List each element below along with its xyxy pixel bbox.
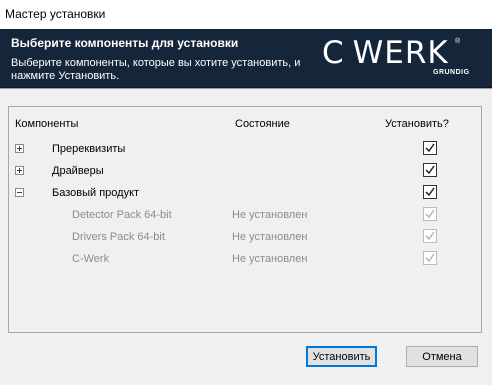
component-name: Detector Pack 64-bit <box>72 209 172 221</box>
window-title: Мастер установки <box>5 7 106 21</box>
expand-icon[interactable] <box>15 166 24 175</box>
title-bar: Мастер установки <box>0 0 492 29</box>
install-checkbox[interactable] <box>423 185 437 199</box>
component-name: Drivers Pack 64-bit <box>72 231 165 243</box>
logo-brand: GRUNDIG <box>433 69 470 76</box>
banner-heading: Выберите компоненты для установки <box>11 36 239 50</box>
component-row-drivers[interactable]: Драйверы <box>9 163 481 181</box>
column-header-status: Состояние <box>235 118 290 130</box>
install-checkbox[interactable] <box>423 163 437 177</box>
cwerk-logo: C WERK ® GRUNDIG <box>322 35 486 81</box>
checkmark-icon <box>425 143 435 153</box>
banner-subtext: Выберите компоненты, которые вы хотите у… <box>11 57 301 82</box>
component-row-prerequisites[interactable]: Пререквизиты <box>9 141 481 159</box>
component-name: C-Werk <box>72 253 110 265</box>
install-checkbox <box>423 229 437 243</box>
column-header-components: Компоненты <box>15 118 79 130</box>
checkmark-icon <box>425 165 435 175</box>
component-name: Базовый продукт <box>52 187 140 199</box>
install-checkbox <box>423 207 437 221</box>
component-row-c-werk[interactable]: C-Werk Не установлен <box>9 251 481 269</box>
component-status: Не установлен <box>232 231 308 243</box>
install-checkbox <box>423 251 437 265</box>
checkmark-icon <box>425 187 435 197</box>
expand-icon[interactable] <box>15 144 24 153</box>
component-row-base-product[interactable]: Базовый продукт <box>9 185 481 203</box>
column-header-install: Установить? <box>385 118 449 130</box>
component-name: Пререквизиты <box>52 143 126 155</box>
checkmark-icon <box>425 209 435 219</box>
header-banner: Выберите компоненты для установки Выбери… <box>0 29 492 88</box>
component-name: Драйверы <box>52 165 104 177</box>
install-button[interactable]: Установить <box>306 346 377 367</box>
logo-text: C WERK <box>322 35 449 71</box>
checkmark-icon <box>425 253 435 263</box>
collapse-icon[interactable] <box>15 188 24 197</box>
component-status: Не установлен <box>232 253 308 265</box>
cancel-button[interactable]: Отмена <box>406 346 478 367</box>
component-status: Не установлен <box>232 209 308 221</box>
component-row-detector-pack[interactable]: Detector Pack 64-bit Не установлен <box>9 207 481 225</box>
checkmark-icon <box>425 231 435 241</box>
component-row-drivers-pack[interactable]: Drivers Pack 64-bit Не установлен <box>9 229 481 247</box>
header-divider <box>0 88 492 89</box>
logo-registered: ® <box>455 38 461 45</box>
components-panel: Компоненты Состояние Установить? Пререкв… <box>8 106 482 333</box>
install-checkbox[interactable] <box>423 141 437 155</box>
